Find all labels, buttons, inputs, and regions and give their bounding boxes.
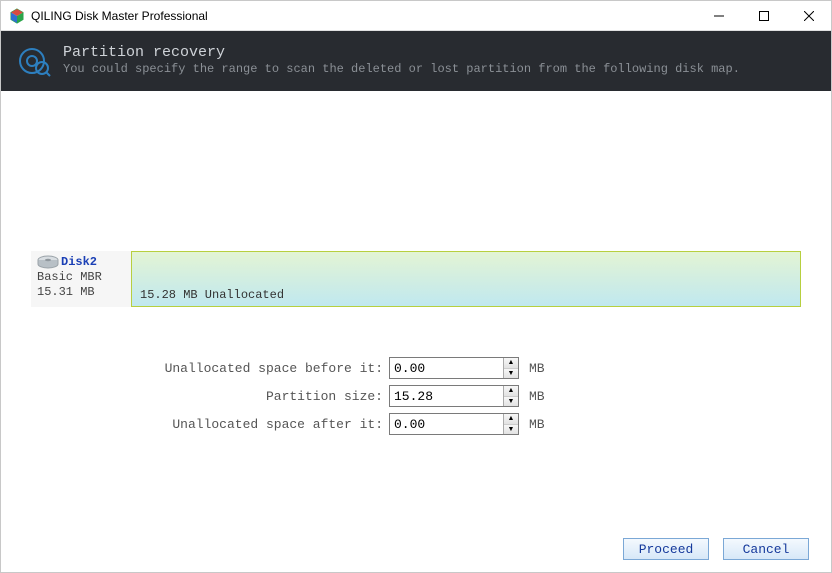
spin-down-before[interactable]: ▼: [504, 369, 518, 379]
hdd-icon: [37, 255, 59, 269]
close-button[interactable]: [786, 1, 831, 30]
input-space-after[interactable]: [390, 414, 503, 434]
form-row-before: Unallocated space before it: ▲ ▼ MB: [1, 357, 831, 379]
disk-info: Disk2 Basic MBR 15.31 MB: [31, 251, 131, 307]
spin-up-size[interactable]: ▲: [504, 386, 518, 397]
spinbox-before: ▲ ▼: [389, 357, 519, 379]
disk-size: 15.31 MB: [37, 285, 125, 300]
spin-down-after[interactable]: ▼: [504, 425, 518, 435]
spin-down-size[interactable]: ▼: [504, 397, 518, 407]
label-space-before: Unallocated space before it:: [1, 361, 389, 376]
input-part-size[interactable]: [390, 386, 503, 406]
maximize-button[interactable]: [741, 1, 786, 30]
disk-name: Disk2: [61, 255, 97, 269]
unit-size: MB: [529, 389, 545, 404]
form-row-after: Unallocated space after it: ▲ ▼ MB: [1, 413, 831, 435]
window-controls: [696, 1, 831, 30]
spin-up-before[interactable]: ▲: [504, 358, 518, 369]
spinbox-after: ▲ ▼: [389, 413, 519, 435]
app-cube-icon: [9, 8, 25, 24]
spin-up-after[interactable]: ▲: [504, 414, 518, 425]
titlebar: QILING Disk Master Professional: [1, 1, 831, 31]
disk-type: Basic MBR: [37, 270, 125, 285]
header-title: Partition recovery: [63, 44, 740, 62]
proceed-button[interactable]: Proceed: [623, 538, 709, 560]
label-space-after: Unallocated space after it:: [1, 417, 389, 432]
partition-form: Unallocated space before it: ▲ ▼ MB Part…: [1, 357, 831, 435]
unit-after: MB: [529, 417, 545, 432]
header-band: Partition recovery You could specify the…: [1, 31, 831, 91]
form-row-size: Partition size: ▲ ▼ MB: [1, 385, 831, 407]
input-space-before[interactable]: [390, 358, 503, 378]
window-title: QILING Disk Master Professional: [31, 9, 696, 23]
recovery-icon: [17, 44, 51, 78]
cancel-button[interactable]: Cancel: [723, 538, 809, 560]
spinbox-size: ▲ ▼: [389, 385, 519, 407]
disk-segment-label: 15.28 MB Unallocated: [140, 288, 284, 302]
disk-row: Disk2 Basic MBR 15.31 MB 15.28 MB Unallo…: [31, 251, 801, 307]
minimize-button[interactable]: [696, 1, 741, 30]
disk-map[interactable]: 15.28 MB Unallocated: [131, 251, 801, 307]
footer-buttons: Proceed Cancel: [623, 538, 809, 560]
main-area: Disk2 Basic MBR 15.31 MB 15.28 MB Unallo…: [1, 251, 831, 435]
header-subtitle: You could specify the range to scan the …: [63, 62, 740, 78]
unit-before: MB: [529, 361, 545, 376]
label-part-size: Partition size:: [1, 389, 389, 404]
